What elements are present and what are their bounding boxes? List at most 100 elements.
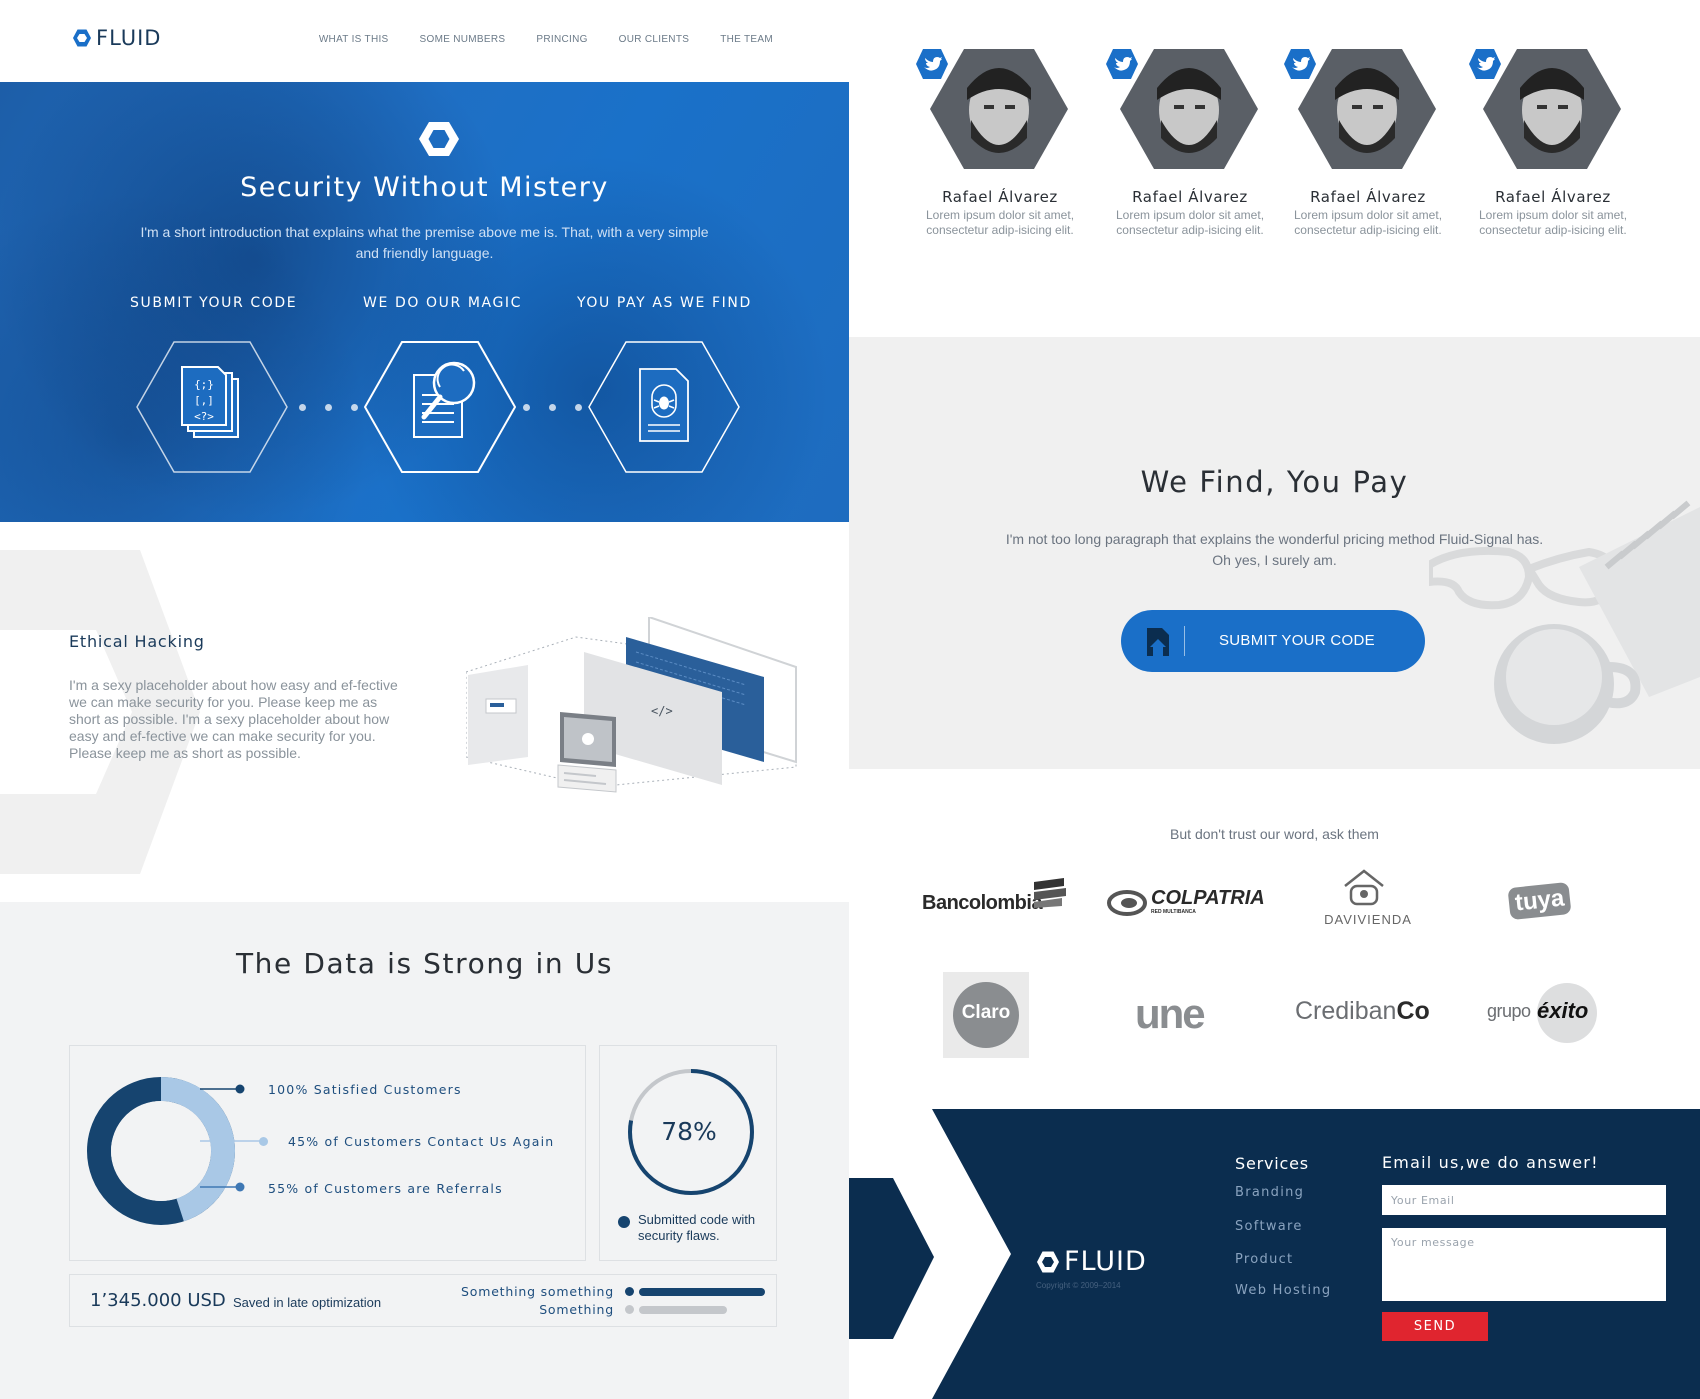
member-avatar <box>1120 49 1258 169</box>
ethical-hacking-text: I'm a sexy placeholder about how easy an… <box>69 677 398 761</box>
step-label-pay: YOU PAY AS WE FIND <box>577 295 752 311</box>
code-line-1: {;} <box>194 378 214 391</box>
member-description: Lorem ipsum dolor sit amet, consectetur … <box>1478 208 1628 237</box>
submit-code-label: SUBMIT YOUR CODE <box>1219 632 1375 649</box>
client-logo-claro: Claro <box>943 972 1029 1058</box>
bar-label-2: Something <box>539 1302 614 1317</box>
clients-section: But don't trust our word, ask them Banco… <box>849 769 1700 1109</box>
code-line-2: [,] <box>194 394 214 407</box>
footer-logo[interactable]: FLUID <box>1036 1246 1147 1277</box>
member-avatar <box>1483 49 1621 169</box>
email-form-title: Email us,we do answer! <box>1382 1153 1599 1172</box>
donut-hole <box>111 1101 211 1201</box>
member-name: Rafael Álvarez <box>1132 188 1248 206</box>
donut-card: 100% Satisfied Customers 45% of Customer… <box>69 1045 586 1261</box>
service-link-branding[interactable]: Branding <box>1235 1185 1304 1200</box>
twitter-icon[interactable] <box>915 48 949 80</box>
client-name: tuya <box>1507 881 1572 921</box>
client-name-part2: éxito <box>1537 998 1589 1023</box>
submit-code-button[interactable]: SUBMIT YOUR CODE <box>1121 610 1425 672</box>
client-logo-tuya: tuya <box>1507 881 1572 921</box>
ring-value: 78% <box>661 1117 717 1146</box>
footer-brand-name: FLUID <box>1064 1246 1147 1277</box>
nav-links: WHAT IS THIS SOME NUMBERS PRINCING OUR C… <box>319 34 773 45</box>
client-subname: RED MULTIBANCA <box>1151 909 1196 915</box>
pricing-title: We Find, You Pay <box>1140 465 1409 499</box>
footer-section: FLUID Copyright © 2009–2014 Services Bra… <box>849 1109 1700 1399</box>
hero-section: Security Without Mistery I'm a short int… <box>0 82 849 522</box>
copyright: Copyright © 2009–2014 <box>1036 1281 1121 1290</box>
step-connector-dots <box>299 404 358 411</box>
legend-dot-contact <box>259 1137 268 1146</box>
twitter-icon[interactable] <box>1105 48 1139 80</box>
savings-card: 1’345.000 USD Saved in late optimization… <box>69 1274 777 1327</box>
ring-caption: Submitted code with security flaws. <box>638 1212 756 1243</box>
hero-title: Security Without Mistery <box>240 172 609 203</box>
savings-caption: Saved in late optimization <box>233 1295 382 1310</box>
twitter-icon[interactable] <box>1468 48 1502 80</box>
savings-amount: 1’345.000 USD <box>90 1290 226 1311</box>
code-files-icon: {;} [,] <?> <box>136 341 288 473</box>
client-name-part1: grupo <box>1487 1001 1531 1021</box>
isometric-devices-illustration: </> <box>466 617 797 793</box>
email-input[interactable] <box>1382 1185 1666 1215</box>
service-link-software[interactable]: Software <box>1235 1219 1303 1234</box>
message-textarea[interactable] <box>1382 1228 1666 1301</box>
services-title: Services <box>1235 1154 1309 1173</box>
davivienda-house-icon <box>1344 869 1384 906</box>
bar-dot-1 <box>625 1287 634 1296</box>
step-label-magic: WE DO OUR MAGIC <box>363 295 522 311</box>
client-logo-credibanco: CredibanCo <box>1295 997 1430 1026</box>
member-name: Rafael Álvarez <box>1495 188 1611 206</box>
magnifier-document-icon <box>364 341 516 473</box>
client-logo-une: une <box>1135 993 1206 1035</box>
progress-bar-1 <box>639 1288 765 1296</box>
upload-file-icon <box>1147 628 1169 656</box>
bancolombia-stripes-icon <box>1034 878 1066 908</box>
service-link-product[interactable]: Product <box>1235 1252 1293 1267</box>
nav-item-our-clients[interactable]: OUR CLIENTS <box>619 34 690 45</box>
legend-connectors <box>200 1084 260 1192</box>
nav-item-some-numbers[interactable]: SOME NUMBERS <box>420 34 506 45</box>
data-section: The Data is Strong in Us 100% Satisfied … <box>0 902 849 1399</box>
bug-document-icon <box>588 341 740 473</box>
twitter-icon[interactable] <box>1283 48 1317 80</box>
hero-intro: I'm a short introduction that explains w… <box>140 224 709 261</box>
colpatria-swirl-icon <box>1107 890 1147 916</box>
member-name: Rafael Álvarez <box>942 188 1058 206</box>
hexagon-logo-icon <box>1037 1251 1059 1272</box>
member-name: Rafael Álvarez <box>1310 188 1426 206</box>
brand-logo[interactable]: FLUID <box>72 26 161 50</box>
page: FLUID WHAT IS THIS SOME NUMBERS PRINCING… <box>0 0 1700 1399</box>
service-link-web-hosting[interactable]: Web Hosting <box>1235 1283 1331 1298</box>
client-name: Claro <box>961 1002 1011 1023</box>
ring-dot <box>618 1216 630 1228</box>
legend-contact: 45% of Customers Contact Us Again <box>288 1134 555 1149</box>
clients-title: But don't trust our word, ask them <box>1170 826 1379 842</box>
send-button[interactable]: SEND <box>1382 1312 1488 1341</box>
legend-satisfied: 100% Satisfied Customers <box>268 1082 462 1097</box>
member-avatar <box>930 49 1068 169</box>
client-name-part1: Crediban <box>1295 997 1397 1025</box>
ethical-hacking-title: Ethical Hacking <box>69 632 205 651</box>
client-name: Bancolombia <box>922 892 1043 914</box>
brand-name: FLUID <box>96 26 162 50</box>
client-name: COLPATRIA <box>1151 887 1265 909</box>
step-connector-dots <box>523 404 582 411</box>
legend-referrals: 55% of Customers are Referrals <box>268 1181 503 1196</box>
right-column: Rafael Álvarez Lorem ipsum dolor sit ame… <box>849 0 1700 1399</box>
bar-dot-2 <box>625 1305 634 1314</box>
hexagon-logo-icon <box>73 29 91 47</box>
team-section: Rafael Álvarez Lorem ipsum dolor sit ame… <box>849 0 1700 337</box>
button-separator <box>1184 626 1185 656</box>
progress-bar-2 <box>639 1306 728 1314</box>
nav-item-the-team[interactable]: THE TEAM <box>720 34 773 45</box>
member-description: Lorem ipsum dolor sit amet, consectetur … <box>1293 208 1443 237</box>
client-name: DAVIVIENDA <box>1324 912 1412 927</box>
nav-item-pricing[interactable]: PRINCING <box>536 34 587 45</box>
hexagon-logo-icon <box>419 122 459 156</box>
client-logo-bancolombia: Bancolombia <box>922 878 1066 915</box>
nav-item-what-is-this[interactable]: WHAT IS THIS <box>319 34 389 45</box>
code-symbol: </> <box>651 704 673 718</box>
member-avatar <box>1298 49 1436 169</box>
